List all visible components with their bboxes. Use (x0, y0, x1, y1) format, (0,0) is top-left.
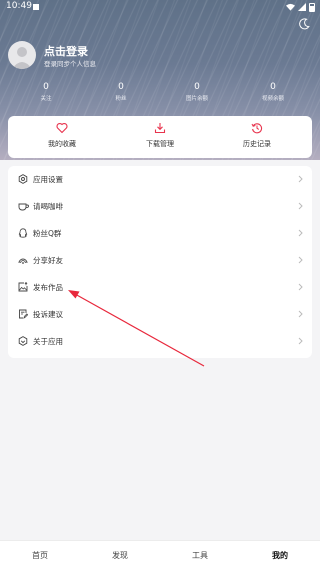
stat-image-balance[interactable]: 0 图片余额 (172, 82, 222, 103)
stat-following[interactable]: 0 关注 (21, 82, 71, 103)
stat-value: 0 (270, 82, 276, 92)
tab-home[interactable]: 首页 (20, 550, 60, 561)
chevron-right-icon (298, 337, 303, 345)
history-button[interactable]: 历史记录 (217, 122, 297, 149)
quick-action-label: 下载管理 (146, 140, 174, 148)
settings-menu: 应用设置 请喝咖啡 粉丝Q群 分享好友 发布作品 投诉建议 关于应用 (8, 166, 312, 358)
login-subtitle: 登录同步个人信息 (44, 60, 96, 68)
stat-label: 视频余额 (261, 96, 284, 102)
stat-label: 关注 (40, 96, 52, 102)
menu-item-label: 发布作品 (33, 283, 63, 292)
chevron-right-icon (298, 310, 303, 318)
stat-value: 0 (194, 82, 200, 92)
login-title[interactable]: 点击登录 (44, 43, 88, 59)
tab-tools[interactable]: 工具 (180, 550, 220, 561)
menu-item-label: 粉丝Q群 (33, 229, 62, 238)
avatar[interactable] (8, 41, 36, 69)
image-upload-icon (18, 282, 28, 292)
battery-icon (309, 3, 315, 12)
chevron-right-icon (298, 229, 303, 237)
menu-item-label: 应用设置 (33, 175, 63, 184)
signal-icon (298, 3, 306, 11)
stat-fans[interactable]: 0 粉丝 (96, 82, 146, 103)
status-time: 10:49 (6, 1, 32, 11)
stat-value: 0 (118, 82, 124, 92)
chevron-right-icon (298, 175, 303, 183)
menu-item-label: 请喝咖啡 (33, 202, 63, 211)
menu-item-share-friends[interactable]: 分享好友 (8, 247, 312, 274)
about-icon (18, 336, 28, 346)
bottom-tab-bar: 首页 发现 工具 我的 (0, 540, 320, 568)
menu-item-feedback[interactable]: 投诉建议 (8, 301, 312, 328)
stat-label: 粉丝 (115, 96, 127, 102)
coffee-icon (18, 203, 29, 211)
chevron-right-icon (298, 202, 303, 210)
notification-icon (33, 4, 39, 10)
quick-action-label: 我的收藏 (48, 140, 76, 148)
chevron-right-icon (298, 283, 303, 291)
wifi-icon (286, 3, 295, 11)
downloads-button[interactable]: 下载管理 (120, 122, 200, 149)
qq-icon (18, 228, 28, 238)
night-mode-icon[interactable] (297, 17, 311, 31)
user-placeholder-icon (12, 47, 32, 69)
favorites-button[interactable]: 我的收藏 (22, 122, 102, 149)
gear-icon (18, 174, 28, 184)
stat-video-balance[interactable]: 0 视频余额 (248, 82, 298, 103)
heart-icon (56, 122, 68, 134)
menu-item-app-settings[interactable]: 应用设置 (8, 166, 312, 193)
menu-item-label: 投诉建议 (33, 310, 63, 319)
menu-item-about-app[interactable]: 关于应用 (8, 328, 312, 355)
feedback-icon (19, 309, 28, 319)
menu-item-buy-coffee[interactable]: 请喝咖啡 (8, 193, 312, 220)
history-icon (251, 123, 263, 134)
menu-item-label: 分享好友 (33, 256, 63, 265)
tab-mine[interactable]: 我的 (260, 550, 300, 561)
chevron-right-icon (298, 256, 303, 264)
menu-item-fan-qq-group[interactable]: 粉丝Q群 (8, 220, 312, 247)
tab-discover[interactable]: 发现 (100, 550, 140, 561)
share-icon (18, 258, 28, 264)
menu-item-label: 关于应用 (33, 337, 63, 346)
quick-action-label: 历史记录 (243, 140, 271, 148)
status-bar: 10:49 (0, 0, 320, 14)
download-icon (154, 123, 166, 134)
stat-label: 图片余额 (185, 96, 208, 102)
menu-item-publish-work[interactable]: 发布作品 (8, 274, 312, 301)
stat-value: 0 (43, 82, 49, 92)
quick-actions-card: 我的收藏 下载管理 历史记录 (8, 116, 312, 158)
